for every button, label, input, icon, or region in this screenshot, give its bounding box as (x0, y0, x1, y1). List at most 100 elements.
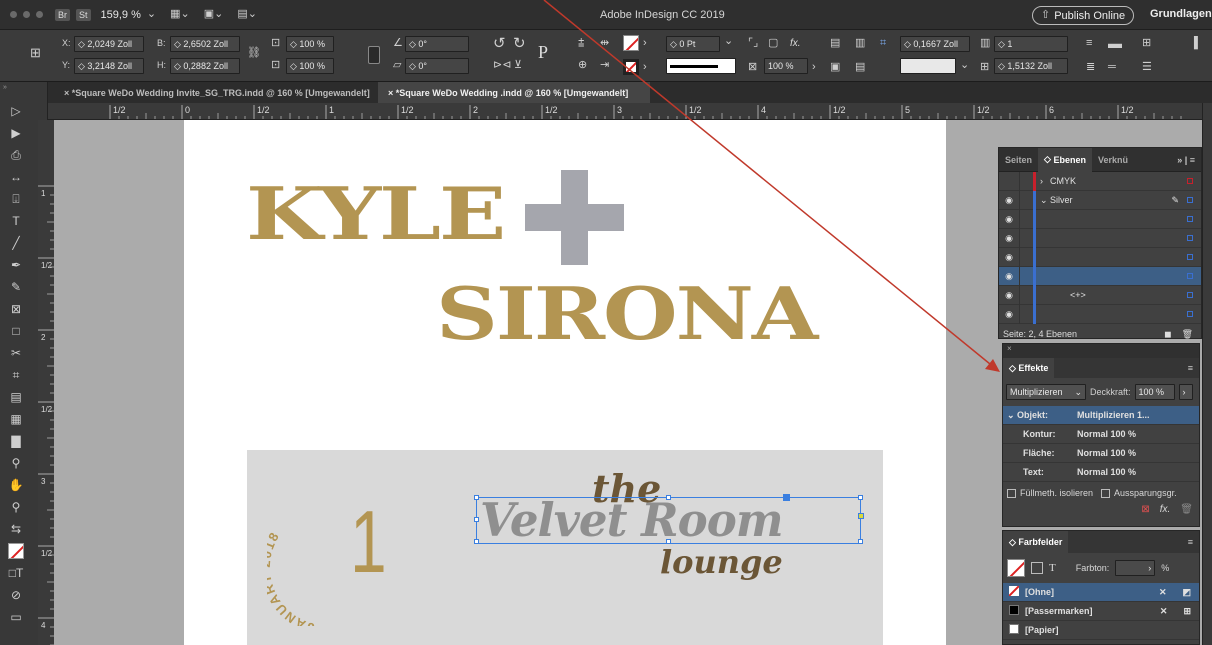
stock-button[interactable]: St (76, 8, 91, 21)
effect-row[interactable]: Kontur: Normal 100 % (1003, 425, 1199, 444)
lock-toggle[interactable] (1019, 285, 1033, 305)
screen-mode-tool-icon[interactable]: ▭ (4, 606, 28, 628)
visibility-eye-icon[interactable]: ◉ (999, 233, 1019, 244)
day-number[interactable]: 1 (350, 498, 387, 586)
reference-point-icon[interactable]: ⊞ (30, 46, 41, 59)
flip-horizontal-icon[interactable]: ⊳⊲ (493, 60, 511, 71)
visibility-eye-icon[interactable]: ◉ (999, 290, 1019, 301)
knockout-checkbox[interactable] (1101, 488, 1111, 498)
shadow-icon[interactable]: ▢ (768, 38, 778, 49)
formatting-container-icon[interactable]: □T (4, 562, 28, 584)
layer-row[interactable]: › CMYK (999, 171, 1201, 191)
rotate-ccw-icon[interactable]: ↺ (493, 36, 506, 51)
menu-icon[interactable]: ☰ (1142, 62, 1152, 73)
align-bottom-icon[interactable]: ═ (1108, 62, 1116, 73)
lock-toggle[interactable] (1019, 228, 1033, 248)
type-tool-icon[interactable]: T (4, 210, 28, 232)
handle-bottom-center[interactable] (666, 539, 671, 544)
gap-field[interactable]: ◇ 0,1667 Zoll (900, 36, 970, 52)
gradient-swatch-tool-icon[interactable]: ▤ (4, 386, 28, 408)
auto-fit-icon[interactable]: ⌗ (880, 38, 886, 49)
clear-effects-icon[interactable]: ⊠ (1141, 504, 1149, 515)
width-field[interactable]: ◇ 2,6502 Zoll (170, 36, 240, 52)
select-container-icon[interactable]: ⩲ (578, 38, 584, 49)
tab-pages[interactable]: Seiten (999, 155, 1038, 165)
workspace-switcher[interactable]: Grundlagen (1150, 8, 1212, 20)
hyperlink-icon[interactable]: ⊞ (1142, 38, 1151, 49)
visibility-eye-icon[interactable]: ◉ (999, 309, 1019, 320)
bridge-button[interactable]: Br (55, 8, 70, 21)
handle-top-left[interactable] (474, 495, 479, 500)
effect-row[interactable]: Fläche: Normal 100 % (1003, 444, 1199, 463)
layer-row[interactable]: ◉ (999, 209, 1201, 229)
tab-layers[interactable]: ◇ Ebenen (1038, 147, 1092, 172)
tab-document-2[interactable]: × *Square WeDo Wedding .indd @ 160 % [Um… (378, 82, 650, 103)
y-position-field[interactable]: ◇ 3,2148 Zoll (74, 58, 144, 74)
flip-vertical-icon[interactable]: ⊻ (514, 60, 522, 71)
minimize-window-button[interactable] (23, 11, 30, 18)
align-top-icon[interactable]: ≡ (1086, 38, 1092, 49)
stroke-menu-icon[interactable]: › (643, 62, 647, 73)
fill-menu-icon[interactable]: › (643, 38, 647, 49)
content-collector-icon[interactable]: ⍗ (4, 188, 28, 210)
lock-toggle[interactable] (1019, 209, 1033, 229)
gutter-field[interactable]: ◇ 1,5132 Zoll (994, 58, 1068, 74)
screen-mode-icon[interactable]: ▣⌄ (204, 9, 224, 20)
opacity-input[interactable]: 100 % (1134, 384, 1175, 400)
target-square-icon[interactable] (1187, 235, 1193, 241)
tint-field[interactable]: › (1115, 560, 1156, 576)
stroke-weight-field[interactable]: ◇ 0 Pt (666, 36, 720, 52)
fx-icon[interactable]: fx. (1160, 504, 1171, 515)
free-transform-tool-icon[interactable]: ⌗ (4, 364, 28, 386)
select-content-icon[interactable]: ⇹ (600, 38, 609, 49)
fill-stroke-swatch-icon[interactable] (1007, 559, 1025, 577)
layer-row[interactable]: ◉ <+> (999, 285, 1201, 305)
layer-row[interactable]: ◉ (999, 304, 1201, 324)
arrange-documents-icon[interactable]: ▤⌄ (237, 9, 257, 20)
trash-icon[interactable]: 🗑 (1180, 504, 1193, 515)
chevron-down-icon[interactable]: ⌄ (147, 9, 156, 20)
panel-menu-icon[interactable]: ≡ (1188, 363, 1199, 373)
name-kyle[interactable]: KYLE (246, 178, 506, 250)
lock-toggle[interactable] (1019, 266, 1033, 286)
height-field[interactable]: ◇ 0,2882 Zoll (170, 58, 240, 74)
gradient-feather-tool-icon[interactable]: ▦ (4, 408, 28, 430)
opacity-field[interactable]: 100 % (764, 58, 808, 74)
view-options-icon[interactable]: ▦⌄ (170, 9, 190, 20)
target-square-icon[interactable] (1187, 178, 1193, 184)
container-toggle-icon[interactable] (1031, 562, 1043, 574)
venue-band[interactable]: JANUARY 2018 1 the Velvet Room lounge (247, 450, 883, 645)
close-icon[interactable]: × (1007, 344, 1012, 353)
wrap-bbox-icon[interactable]: ▣ (830, 62, 840, 73)
window-controls[interactable] (10, 11, 43, 18)
expand-arrow-icon[interactable]: ⌄ (1040, 195, 1050, 206)
tab-swatches[interactable]: ◇ Farbfelder (1003, 531, 1069, 553)
visibility-eye-icon[interactable]: ◉ (999, 271, 1019, 282)
panel-toggle-icon[interactable]: ▐ (1190, 38, 1198, 49)
isolate-checkbox[interactable] (1007, 488, 1016, 498)
tab-document-1[interactable]: × *Square WeDo Wedding Invite_SG_TRG.ind… (48, 82, 378, 103)
rectangle-frame-tool-icon[interactable]: ⊠ (4, 298, 28, 320)
select-previous-icon[interactable]: ⊕ (578, 60, 587, 71)
selection-tool-icon[interactable]: ▷ (4, 100, 28, 122)
swatch-row[interactable]: [Papier] (1003, 621, 1199, 640)
date-arc[interactable]: JANUARY 2018 (258, 506, 327, 636)
document-page[interactable]: KYLE SIRONA JANUARY 2018 1 the Velvet Ro… (184, 120, 946, 645)
target-square-icon[interactable] (1187, 197, 1193, 203)
effect-row[interactable]: Text: Normal 100 % (1003, 463, 1199, 482)
blend-mode-dropdown[interactable]: Multiplizieren ⌄ (1006, 384, 1086, 400)
hand-tool-icon[interactable]: ✋ (4, 474, 28, 496)
handle-middle-right[interactable] (858, 513, 864, 519)
x-position-field[interactable]: ◇ 2,0249 Zoll (74, 36, 144, 52)
publish-online-button[interactable]: ⇧ Publish Online (1032, 6, 1135, 25)
target-square-icon[interactable] (1187, 292, 1193, 298)
columns-field[interactable]: ◇ 1 (994, 36, 1068, 52)
wrap-jump-icon[interactable]: ▤ (855, 62, 865, 73)
eyedropper-tool-icon[interactable]: ⚲ (4, 452, 28, 474)
opacity-menu-icon[interactable]: › (812, 62, 816, 73)
close-window-button[interactable] (10, 11, 17, 18)
swap-fill-stroke-icon[interactable]: ⇆ (4, 518, 28, 540)
visibility-eye-icon[interactable]: ◉ (999, 195, 1019, 206)
note-tool-icon[interactable]: ▇ (4, 430, 28, 452)
selection-bounding-box[interactable] (474, 494, 864, 544)
